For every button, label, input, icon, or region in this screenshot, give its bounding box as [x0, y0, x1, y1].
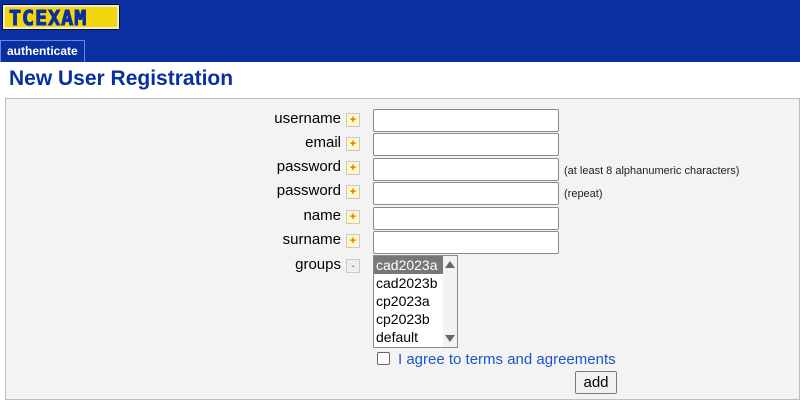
- email-label: email: [305, 134, 341, 151]
- email-input[interactable]: [373, 133, 559, 156]
- scroll-down-icon[interactable]: [445, 335, 455, 342]
- tcexam-logo[interactable]: TCEXAM: [2, 4, 120, 30]
- required-marker: +: [346, 137, 360, 151]
- groups-label: groups: [295, 256, 341, 273]
- groups-option[interactable]: cp2023a: [374, 292, 444, 310]
- password-repeat-input[interactable]: [373, 182, 559, 205]
- app-header: TCEXAM authenticate: [0, 0, 800, 62]
- required-marker: +: [346, 113, 360, 127]
- add-button[interactable]: add: [575, 371, 617, 394]
- tab-authenticate[interactable]: authenticate: [0, 40, 85, 62]
- surname-input[interactable]: [373, 231, 559, 254]
- required-marker: +: [346, 234, 360, 248]
- terms-link[interactable]: I agree to terms and agreements: [398, 351, 616, 368]
- username-input[interactable]: [373, 109, 559, 132]
- required-marker: +: [346, 210, 360, 224]
- required-marker: +: [346, 185, 360, 199]
- password-repeat-label: password: [276, 182, 341, 199]
- password-input[interactable]: [373, 158, 559, 181]
- password-repeat-hint: (repeat): [564, 188, 603, 200]
- username-label: username: [274, 110, 341, 127]
- page-title: New User Registration: [9, 67, 234, 90]
- required-marker: +: [346, 161, 360, 175]
- password-label: password: [276, 158, 341, 175]
- groups-option[interactable]: cad2023b: [374, 274, 444, 292]
- password-hint: (at least 8 alphanumeric characters): [564, 165, 740, 177]
- optional-marker: -: [346, 259, 360, 273]
- surname-label: surname: [282, 231, 341, 248]
- groups-option[interactable]: cp2023b: [374, 310, 444, 328]
- groups-option[interactable]: default: [374, 328, 444, 346]
- groups-select[interactable]: cad2023a cad2023b cp2023a cp2023b defaul…: [373, 255, 458, 348]
- groups-option[interactable]: cad2023a: [374, 256, 444, 274]
- name-input[interactable]: [373, 207, 559, 230]
- agree-checkbox[interactable]: [377, 352, 390, 365]
- groups-scrollbar[interactable]: [443, 256, 457, 347]
- scroll-up-icon[interactable]: [445, 261, 455, 268]
- logo-text: TCEXAM: [8, 6, 88, 30]
- name-label: name: [303, 207, 341, 224]
